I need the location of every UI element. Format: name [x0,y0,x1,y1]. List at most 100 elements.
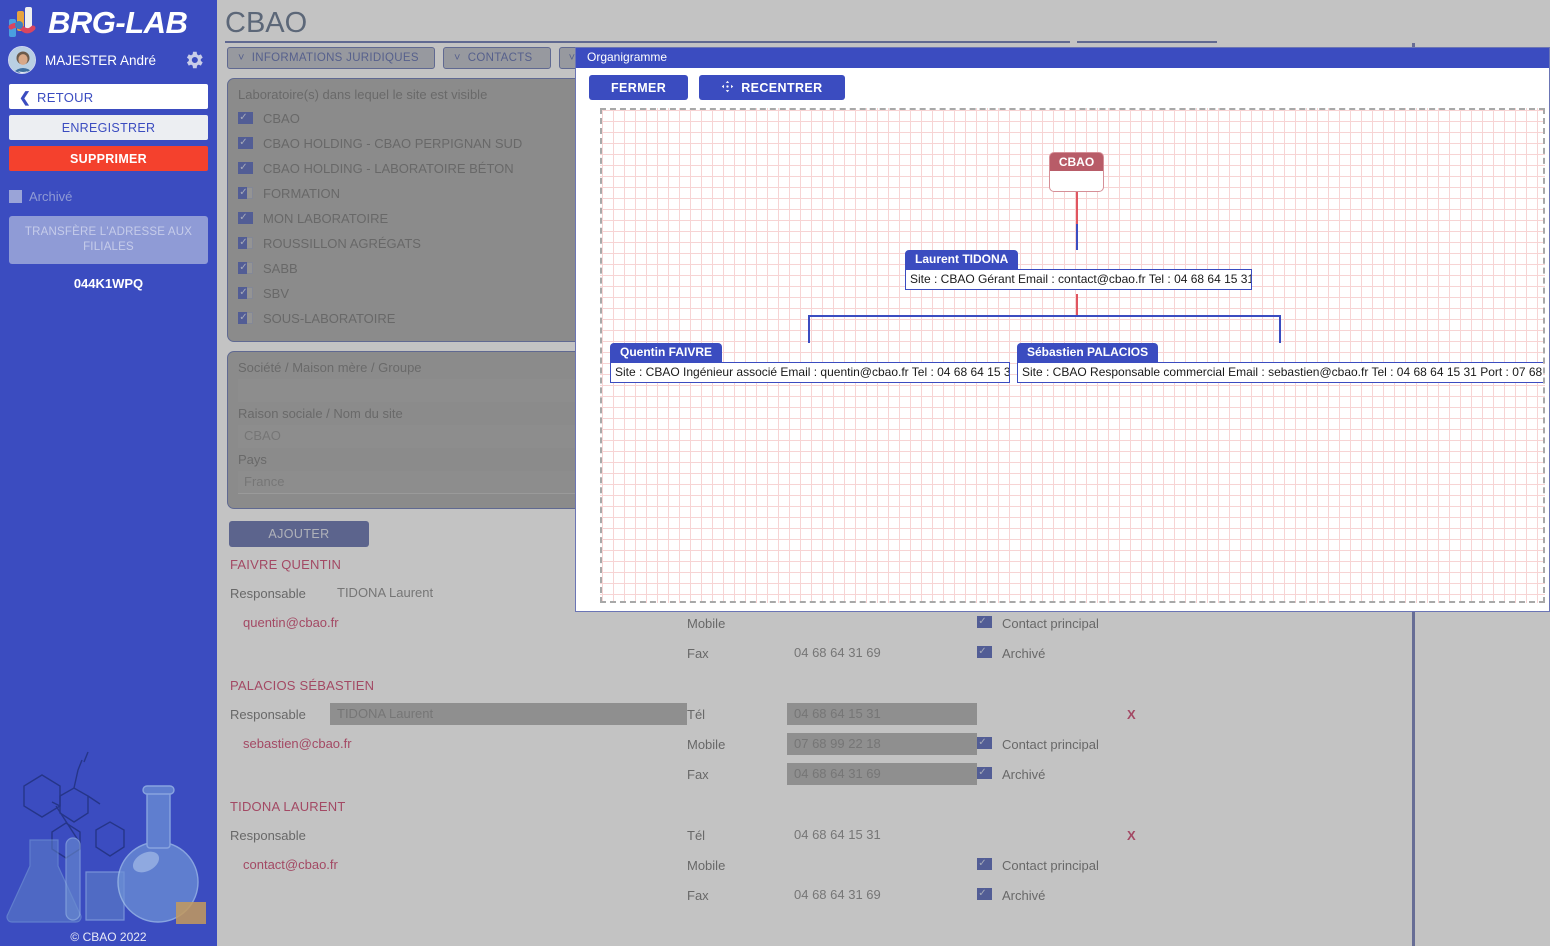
orgchart-node-root[interactable]: CBAO [1049,152,1104,192]
laboratory-checkbox[interactable]: ✓ [238,311,253,326]
laboratory-checkbox[interactable]: ✓ [238,211,253,226]
user-name: MAJESTER André [45,52,157,68]
fax-label: Fax [687,887,709,903]
mobile-label: Mobile [687,615,726,631]
laboratory-checkbox[interactable]: ✓ [238,136,253,151]
add-contact-button[interactable]: AJOUTER [229,521,369,547]
recenter-button[interactable]: RECENTRER [699,75,845,100]
tel-label: Tél [687,706,706,722]
checkbox-box [247,211,253,224]
fax-input[interactable]: 04 68 64 31 69 [787,763,977,785]
checkbox-box [986,616,992,628]
organigramme-modal: Organigramme FERMER RECENTRER CBAO Laure… [575,47,1550,612]
site-code: 044K1WPQ [73,276,144,291]
laboratory-checkbox[interactable]: ✓ [238,261,253,276]
principal-label: Contact principal [1002,615,1099,631]
modal-toolbar: FERMER RECENTRER [576,68,1549,107]
orgchart-canvas[interactable]: CBAO Laurent TIDONA Site : CBAO Gérant E… [600,108,1545,603]
connector-children-horizontal [808,315,1281,317]
fax-input[interactable]: 04 68 64 31 69 [787,642,977,664]
principal-row[interactable]: ✓ Contact principal [977,608,1167,638]
laboratory-checkbox[interactable]: ✓ [238,186,253,201]
checkbox-box [986,646,992,658]
fax-label: Fax [687,766,709,782]
back-button[interactable]: ❮ RETOUR [9,84,208,109]
mobile-input[interactable] [787,854,977,876]
principal-checkbox[interactable]: ✓ [977,858,992,872]
delete-contact-button[interactable]: X [1127,707,1136,722]
chevron-left-icon: ❮ [19,89,32,105]
orgchart-node-palacios[interactable]: Sébastien PALACIOS Site : CBAO Responsab… [1017,343,1543,383]
tab-contacts[interactable]: ˅ CONTACTS [443,47,551,69]
laboratory-checkbox[interactable]: ✓ [238,236,253,251]
mobile-row: Mobile 07 68 99 22 18 [687,729,977,759]
archived-row[interactable]: ✓ Archivé [977,759,1167,789]
copyright: © CBAO 2022 [70,930,147,944]
fax-label: Fax [687,645,709,661]
tel-label: Tél [687,827,706,843]
archived-checkbox[interactable]: ✓ [977,888,992,902]
archived-checkbox[interactable]: ✓ [977,646,992,660]
checkbox-box [247,161,253,174]
avatar [8,46,36,74]
modal-title: Organigramme [576,48,1549,68]
transfer-address-button[interactable]: TRANSFÈRE L'ADRESSE AUX FILIALES [9,216,208,264]
laboratory-label: CBAO HOLDING - CBAO PERPIGNAN SUD [263,136,523,151]
recenter-label: RECENTRER [741,80,823,95]
tab-informations-juridiques[interactable]: ˅ INFORMATIONS JURIDIQUES [227,47,435,69]
contact-email[interactable]: contact@cbao.fr [230,850,687,880]
contact-block: TIDONA LAURENT Responsable contact@cbao.fr… [217,789,1550,910]
chevron-down-icon: ˅ [454,52,461,64]
principal-label: Contact principal [1002,736,1099,752]
sidebar-archived-row[interactable]: Archivé [9,189,217,204]
node-body [1049,171,1104,192]
archived-row[interactable]: ✓ Archivé [977,880,1167,910]
orgchart-node-tidona[interactable]: Laurent TIDONA Site : CBAO Gérant Email … [905,250,1252,290]
close-modal-button[interactable]: FERMER [589,75,689,100]
sidebar: BRG-LAB MAJESTER André ❮ RETOUR ENREGISTR… [0,0,217,946]
archived-label: Archivé [1002,887,1046,903]
laboratory-checkbox[interactable]: ✓ [238,161,253,176]
delete-contact-button[interactable]: X [1127,828,1136,843]
principal-checkbox[interactable]: ✓ [977,616,992,630]
contact-email[interactable]: sebastien@cbao.fr [230,729,687,759]
archived-row[interactable]: ✓ Archivé [977,638,1167,668]
laboratory-checkbox[interactable]: ✓ [238,111,253,126]
gear-icon[interactable] [183,49,205,71]
mobile-input[interactable] [787,612,977,634]
lab-illustration [0,744,217,924]
responsable-input[interactable] [330,824,687,846]
contact-name: PALACIOS SÉBASTIEN [230,678,375,693]
delete-row: X [977,699,1167,729]
tel-input[interactable]: 04 68 64 15 31 [787,824,977,846]
mobile-input[interactable]: 07 68 99 22 18 [787,733,977,755]
principal-row[interactable]: ✓ Contact principal [977,850,1167,880]
fax-row: Fax 04 68 64 31 69 [687,638,977,668]
brg-lab-logo-icon [6,5,44,41]
orgchart-node-faivre[interactable]: Quentin FAIVRE Site : CBAO Ingénieur ass… [610,343,1010,383]
archived-checkbox[interactable]: ✓ [977,767,992,781]
fax-input[interactable]: 04 68 64 31 69 [787,884,977,906]
checkbox-box [986,737,992,749]
checkbox-box [986,888,992,900]
brand-name: BRG-LAB [48,5,188,40]
archived-checkbox[interactable] [9,190,22,203]
responsable-row: Responsable [230,820,687,850]
contact-email[interactable]: quentin@cbao.fr [230,608,687,638]
tel-input[interactable]: 04 68 64 15 31 [787,703,977,725]
laboratory-label: SBV [263,286,290,301]
archived-label: Archivé [29,189,73,204]
close-label: FERMER [611,80,667,95]
delete-button[interactable]: SUPPRIMER [9,146,208,171]
checkbox-box [247,311,253,324]
back-label: RETOUR [37,90,94,105]
responsable-input[interactable]: TIDONA Laurent [330,703,687,725]
principal-row[interactable]: ✓ Contact principal [977,729,1167,759]
laboratory-label: CBAO HOLDING - LABORATOIRE BÉTON [263,161,514,176]
laboratory-checkbox[interactable]: ✓ [238,286,253,301]
contact-name: TIDONA LAURENT [230,799,346,814]
laboratory-label: SOUS-LABORATOIRE [263,311,396,326]
principal-checkbox[interactable]: ✓ [977,737,992,751]
checkbox-box [247,136,253,149]
save-button[interactable]: ENREGISTRER [9,115,208,140]
